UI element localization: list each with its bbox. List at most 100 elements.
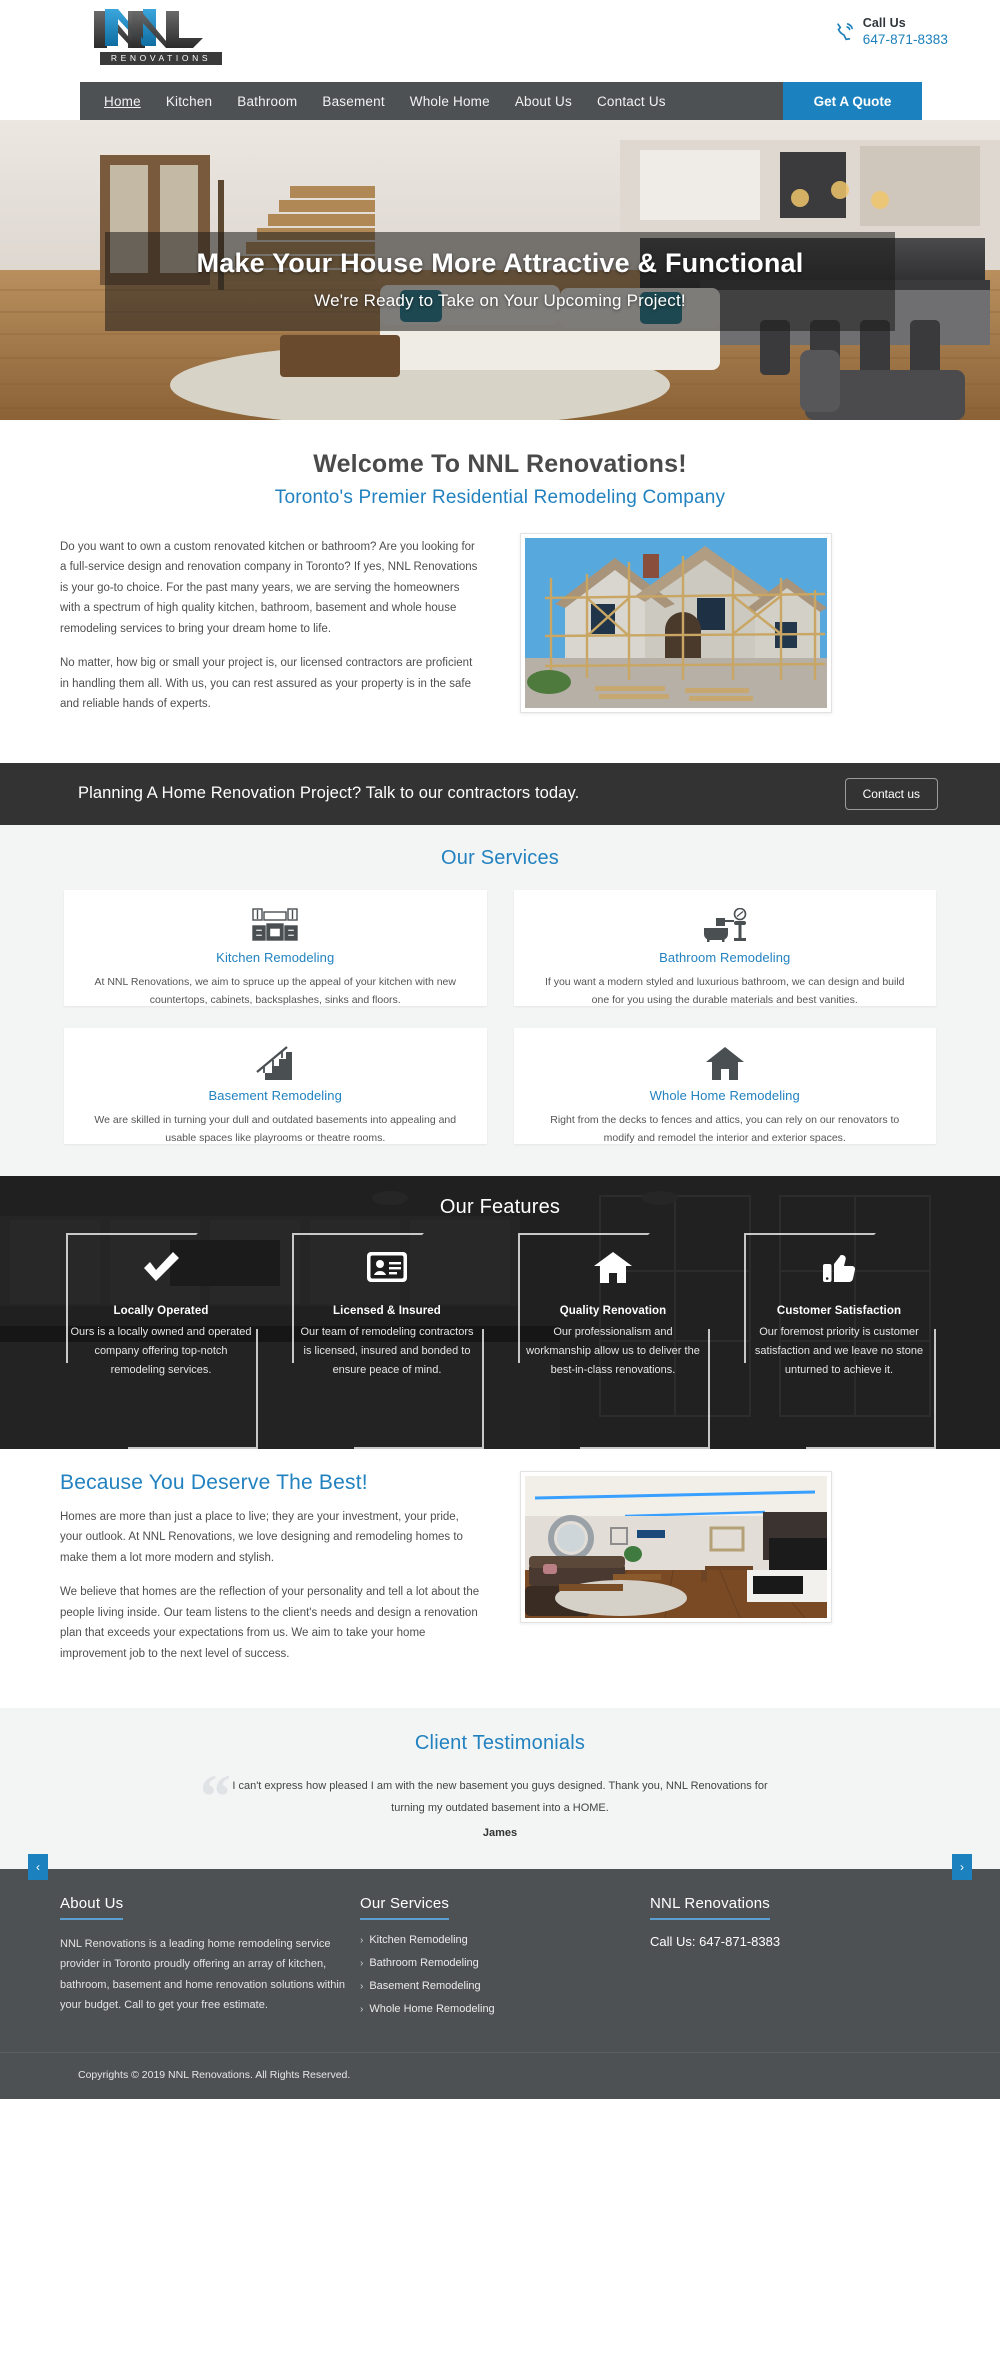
nav-left-spacer bbox=[0, 82, 80, 120]
hero-subtitle: We're Ready to Take on Your Upcoming Pro… bbox=[314, 291, 686, 310]
features-inner: Our Features Locally Operated Ours is a … bbox=[0, 1176, 1000, 1449]
house-icon bbox=[522, 1239, 704, 1295]
nav-item-bathroom[interactable]: Bathroom bbox=[237, 94, 297, 109]
house-construction-image bbox=[525, 538, 827, 708]
site-logo[interactable]: RENOVATIONS bbox=[72, 8, 252, 70]
service-title: Bathroom Remodeling bbox=[659, 949, 791, 965]
nnl-logo-icon bbox=[94, 9, 203, 48]
nav-item-about-us[interactable]: About Us bbox=[515, 94, 572, 109]
service-description: At NNL Renovations, we aim to spruce up … bbox=[94, 975, 456, 1006]
service-card-whole-home[interactable]: Whole Home Remodeling Right from the dec… bbox=[513, 1027, 936, 1144]
footer-link-whole-home[interactable]: › Whole Home Remodeling bbox=[360, 2003, 650, 2015]
footer-link-basement[interactable]: › Basement Remodeling bbox=[360, 1980, 650, 1992]
thumbs-up-icon bbox=[748, 1239, 930, 1295]
footer-contact-column: NNL Renovations Call Us: 647-871-8383 bbox=[650, 1895, 940, 2026]
feature-description: Our team of remodeling contractors is li… bbox=[300, 1325, 474, 1376]
footer-link-label: Whole Home Remodeling bbox=[369, 2003, 495, 2016]
feature-description: Our professionalism and workmanship allo… bbox=[526, 1325, 700, 1376]
feature-description: Our foremost priority is customer satisf… bbox=[754, 1325, 924, 1376]
carousel-prev-button[interactable]: ‹ bbox=[28, 1854, 48, 1881]
footer-link-label: Bathroom Remodeling bbox=[369, 1957, 479, 1970]
welcome-section: Welcome To NNL Renovations! Toronto's Pr… bbox=[0, 420, 1000, 763]
footer-link-label: Kitchen Remodeling bbox=[369, 1934, 468, 1947]
feature-name: Quality Renovation bbox=[559, 1304, 667, 1317]
testimonials-section: Client Testimonials “ I can't express ho… bbox=[0, 1708, 1000, 1881]
testimonials-title: Client Testimonials bbox=[414, 1732, 586, 1755]
service-card-bathroom[interactable]: Bathroom Remodeling If you want a modern… bbox=[513, 889, 936, 1006]
service-card-basement[interactable]: Basement Remodeling We are skilled in tu… bbox=[64, 1027, 487, 1144]
service-description: If you want a modern styled and luxuriou… bbox=[544, 975, 905, 1006]
kitchen-cabinets-icon bbox=[86, 908, 465, 942]
copyright-text: Copyrights © 2019 NNL Renovations. All R… bbox=[78, 2069, 351, 2082]
feature-locally-operated: Locally Operated Ours is a locally owned… bbox=[60, 1232, 262, 1449]
carousel-next-button[interactable]: › bbox=[952, 1854, 972, 1881]
footer-phone[interactable]: Call Us: 647-871-8383 bbox=[650, 1934, 940, 1949]
nav-item-contact-us[interactable]: Contact Us bbox=[597, 94, 666, 109]
service-description: We are skilled in turning your dull and … bbox=[94, 1113, 457, 1144]
deserve-text-column: Because You Deserve The Best! Homes are … bbox=[60, 1471, 480, 1678]
nav-item-whole-home[interactable]: Whole Home bbox=[410, 94, 490, 109]
footer-services-column: Our Services › Kitchen Remodeling › Bathro… bbox=[360, 1895, 650, 2026]
welcome-paragraph-1: Do you want to own a custom renovated ki… bbox=[60, 541, 478, 635]
service-card-kitchen[interactable]: Kitchen Remodeling At NNL Renovations, w… bbox=[64, 889, 487, 1006]
phone-ring-icon bbox=[833, 21, 855, 43]
hero-caption: Make Your House More Attractive & Functi… bbox=[105, 232, 895, 331]
feature-description: Ours is a locally owned and operated com… bbox=[70, 1325, 252, 1376]
features-grid: Locally Operated Ours is a locally owned… bbox=[60, 1232, 940, 1449]
feature-name: Licensed & Insured bbox=[333, 1304, 441, 1317]
hero-banner: Make Your House More Attractive & Functi… bbox=[0, 120, 1000, 420]
site-footer: About Us NNL Renovations is a leading ho… bbox=[0, 1869, 1000, 2100]
site-header: RENOVATIONS Call Us 647-871-8383 bbox=[0, 0, 1000, 82]
services-grid: Kitchen Remodeling At NNL Renovations, w… bbox=[64, 889, 936, 1144]
service-title: Kitchen Remodeling bbox=[216, 949, 335, 965]
chevron-right-icon: › bbox=[360, 1981, 364, 1993]
footer-link-bathroom[interactable]: › Bathroom Remodeling bbox=[360, 1957, 650, 1969]
welcome-subheading: Toronto's Premier Residential Remodeling… bbox=[274, 487, 726, 508]
footer-link-label: Basement Remodeling bbox=[369, 1980, 481, 1993]
services-section: Our Services Kitchen Remodeling At NNL R… bbox=[0, 824, 1000, 1176]
page-root: RENOVATIONS Call Us 647-871-8383 Home Ki… bbox=[0, 0, 1000, 2100]
bathtub-sink-mirror-icon bbox=[536, 907, 915, 942]
call-us-block[interactable]: Call Us 647-871-8383 bbox=[833, 16, 948, 49]
footer-columns: About Us NNL Renovations is a leading ho… bbox=[60, 1895, 940, 2026]
nav-item-kitchen[interactable]: Kitchen bbox=[166, 94, 212, 109]
staircase-icon bbox=[86, 1045, 465, 1080]
nav-item-basement[interactable]: Basement bbox=[322, 94, 384, 109]
services-title: Our Services bbox=[441, 846, 559, 869]
welcome-image-frame bbox=[520, 533, 832, 713]
service-title: Basement Remodeling bbox=[208, 1087, 342, 1103]
feature-licensed-insured: Licensed & Insured Our team of remodelin… bbox=[286, 1232, 488, 1449]
service-title: Whole Home Remodeling bbox=[649, 1087, 800, 1103]
welcome-heading: Welcome To NNL Renovations! bbox=[313, 450, 687, 478]
logo-subtitle: RENOVATIONS bbox=[100, 52, 222, 65]
chevron-right-icon: › bbox=[360, 2004, 364, 2016]
features-section: Our Features Locally Operated Ours is a … bbox=[0, 1175, 1000, 1449]
deserve-inner: Because You Deserve The Best! Homes are … bbox=[60, 1470, 940, 1678]
features-title: Our Features bbox=[439, 1195, 561, 1218]
deserve-paragraph-1: Homes are more than just a place to live… bbox=[60, 1510, 463, 1564]
feature-customer-satisfaction: Customer Satisfaction Our foremost prior… bbox=[738, 1232, 940, 1449]
footer-about-title: About Us bbox=[60, 1895, 124, 1921]
call-us-label: Call Us bbox=[862, 16, 906, 30]
footer-services-title: Our Services bbox=[360, 1895, 450, 1921]
contact-us-button[interactable]: Contact us bbox=[844, 777, 938, 810]
footer-contact-title: NNL Renovations bbox=[650, 1895, 771, 1921]
logo-mark bbox=[72, 8, 252, 54]
quote-mark-icon: “ bbox=[200, 1763, 231, 1832]
testimonial-item: I can't express how pleased I am with th… bbox=[200, 1775, 800, 1839]
footer-about-column: About Us NNL Renovations is a leading ho… bbox=[60, 1895, 360, 2026]
deserve-heading: Because You Deserve The Best! bbox=[60, 1470, 368, 1494]
feature-name: Locally Operated bbox=[113, 1304, 209, 1317]
nav-menu: Home Kitchen Bathroom Basement Whole Hom… bbox=[80, 82, 783, 120]
nav-right-spacer bbox=[922, 82, 1000, 120]
deserve-paragraph-2: We believe that homes are the reflection… bbox=[60, 1586, 480, 1660]
footer-link-kitchen[interactable]: › Kitchen Remodeling bbox=[360, 1934, 650, 1946]
service-description: Right from the decks to fences and attic… bbox=[550, 1113, 900, 1144]
chevron-right-icon: › bbox=[360, 1935, 364, 1947]
nav-item-home[interactable]: Home bbox=[104, 94, 141, 109]
footer-bottom-bar: Copyrights © 2019 NNL Renovations. All R… bbox=[0, 2052, 1000, 2099]
testimonial-quote-line-1: I can't express how pleased I am with th… bbox=[232, 1780, 768, 1793]
welcome-body: Do you want to own a custom renovated ki… bbox=[60, 533, 940, 729]
phone-number-link[interactable]: 647-871-8383 bbox=[863, 32, 948, 49]
get-a-quote-button[interactable]: Get A Quote bbox=[783, 82, 922, 120]
